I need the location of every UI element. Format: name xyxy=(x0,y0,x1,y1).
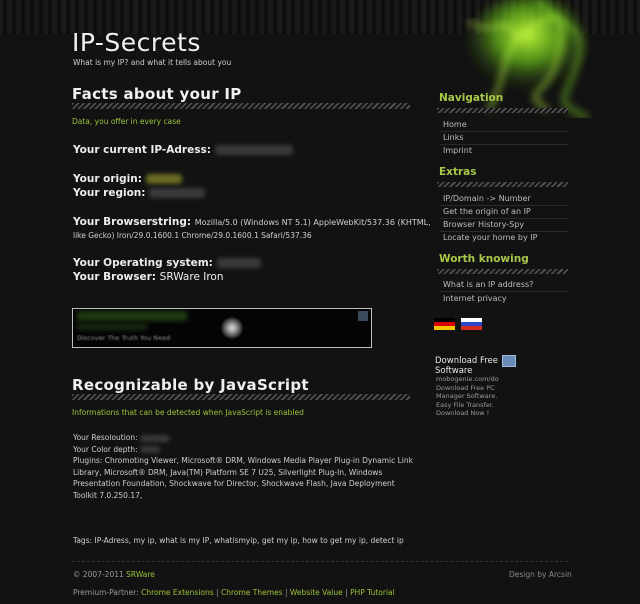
copyright-text: © 2007-2011 xyxy=(73,570,124,579)
footer-copyright: © 2007-2011 SRWare xyxy=(73,570,155,579)
browserstring-value-line2: like Gecko) Iron/29.0.1600.1 Chrome/29.0… xyxy=(73,231,312,240)
sidebar-item-locate-home[interactable]: Locate your home by IP xyxy=(443,233,537,242)
footer-divider xyxy=(72,561,568,562)
js-details: Your Resoloution: Your Color depth: Plug… xyxy=(73,432,418,501)
sidebar-ad-line: Manager Software. xyxy=(436,392,498,400)
sidebar-separator xyxy=(440,144,568,145)
partner-link-chrome-themes[interactable]: Chrome Themes xyxy=(221,588,283,597)
ip-address-row: Your current IP-Adress: xyxy=(73,144,293,156)
site-title[interactable]: IP-Secrets xyxy=(72,28,201,57)
origin-value-redacted xyxy=(145,174,182,184)
resolution-value-redacted xyxy=(140,434,171,442)
sidebar-item-home[interactable]: Home xyxy=(443,120,467,129)
browser-value: SRWare Iron xyxy=(159,271,224,283)
sidebar-ad-line: Download Now ! xyxy=(436,409,490,417)
os-value-redacted xyxy=(216,258,261,268)
footer-design-credit: Design by Arcsin xyxy=(509,570,572,579)
browserstring-label: Your Browserstring: xyxy=(73,216,192,228)
ad-banner-subline-blurred xyxy=(77,324,147,330)
color-depth-label: Your Color depth: xyxy=(73,444,138,454)
js-heading-divider xyxy=(72,394,410,400)
srware-link[interactable]: SRWare xyxy=(126,570,155,579)
partner-separator: | xyxy=(284,588,288,597)
sidebar-heading-worth-knowing: Worth knowing xyxy=(439,253,529,265)
sidebar-ad-line: Download Free PC xyxy=(436,383,495,392)
sidebar-separator xyxy=(440,131,568,132)
sidebar-item-imprint[interactable]: Imprint xyxy=(443,146,472,155)
sidebar-navigation-divider xyxy=(437,108,568,113)
sidebar-heading-extras: Extras xyxy=(439,166,477,178)
sidebar-ad-source: mobogenie.com/do xyxy=(436,375,499,383)
resolution-label: Your Resoloution: xyxy=(73,433,138,442)
browser-label: Your Browser: xyxy=(73,271,157,283)
region-row: Your region: xyxy=(73,187,206,199)
os-row: Your Operating system: xyxy=(73,257,261,269)
sidebar-extras-divider xyxy=(437,182,568,187)
browserstring-value-line1: Mozilla/5.0 (Windows NT 5.1) AppleWebKit… xyxy=(194,218,431,227)
partner-separator: | xyxy=(216,588,219,597)
ad-banner[interactable]: Discover The Truth You Need xyxy=(72,308,372,348)
sidebar-item-ip-domain-number[interactable]: IP/Domain -> Number xyxy=(443,194,531,203)
sidebar-ad-line: Easy File Transfer. xyxy=(436,400,494,409)
origin-label: Your origin: xyxy=(73,173,142,185)
sidebar-item-history-spy[interactable]: Browser History-Spy xyxy=(443,220,524,229)
russian-flag-icon[interactable] xyxy=(461,318,482,330)
sidebar-ad-body[interactable]: mobogenie.com/do Download Free PC Manage… xyxy=(436,375,526,418)
sidebar-item-origin-of-ip[interactable]: Get the origin of an IP xyxy=(443,207,531,216)
origin-row: Your origin: xyxy=(73,173,182,185)
resolution-row: Your Resoloution: xyxy=(73,432,418,444)
facts-note: Data, you offer in every case xyxy=(72,117,181,126)
region-value-redacted xyxy=(149,188,206,198)
sidebar-separator xyxy=(440,231,568,232)
partner-label: Premium-Partner: xyxy=(73,588,139,597)
sidebar-worth-knowing-divider xyxy=(437,269,568,274)
browser-row: Your Browser: SRWare Iron xyxy=(73,271,224,283)
browserstring-row: Your Browserstring: Mozilla/5.0 (Windows… xyxy=(73,216,431,228)
plugins-text: Plugins: Chromoting Viewer, Microsoft® D… xyxy=(73,456,413,500)
region-label: Your region: xyxy=(73,187,146,199)
facts-heading: Facts about your IP xyxy=(72,85,242,103)
adchoices-icon[interactable] xyxy=(502,355,516,367)
facts-heading-divider xyxy=(72,103,410,109)
js-note: Informations that can be detected when J… xyxy=(72,408,304,417)
os-label: Your Operating system: xyxy=(73,257,213,269)
sidebar-item-links[interactable]: Links xyxy=(443,133,464,142)
ip-address-label: Your current IP-Adress: xyxy=(73,144,211,156)
ip-address-value-redacted xyxy=(214,145,293,155)
sidebar-separator xyxy=(440,291,568,292)
partner-link-chrome-extensions[interactable]: Chrome Extensions xyxy=(141,588,214,597)
german-flag-icon[interactable] xyxy=(434,318,455,330)
ad-banner-headline-blurred xyxy=(77,311,187,321)
sidebar-separator xyxy=(440,218,568,219)
color-depth-value-redacted xyxy=(140,446,161,453)
ad-banner-orb-graphic xyxy=(221,317,243,339)
js-heading: Recognizable by JavaScript xyxy=(72,376,309,394)
partner-link-php-tutorial[interactable]: PHP Tutorial xyxy=(350,588,395,597)
footer-partners: Premium-Partner: Chrome Extensions | Chr… xyxy=(73,588,395,597)
partner-link-website-value[interactable]: Website Value xyxy=(290,588,343,597)
sidebar-item-what-is-ip[interactable]: What is an IP address? xyxy=(443,280,533,289)
sidebar-heading-navigation: Navigation xyxy=(439,92,504,104)
sidebar-item-internet-privacy[interactable]: Internet privacy xyxy=(443,294,507,303)
ad-banner-info-icon[interactable] xyxy=(358,311,368,321)
ad-banner-text: Discover The Truth You Need xyxy=(77,334,171,342)
site-tagline: What is my IP? and what it tells about y… xyxy=(73,58,232,67)
sidebar-separator xyxy=(440,205,568,206)
partner-separator: | xyxy=(345,588,348,597)
color-depth-row: Your Color depth: xyxy=(73,444,418,456)
tags-line: Tags: IP-Adress, my ip, what is my IP, w… xyxy=(73,536,404,545)
